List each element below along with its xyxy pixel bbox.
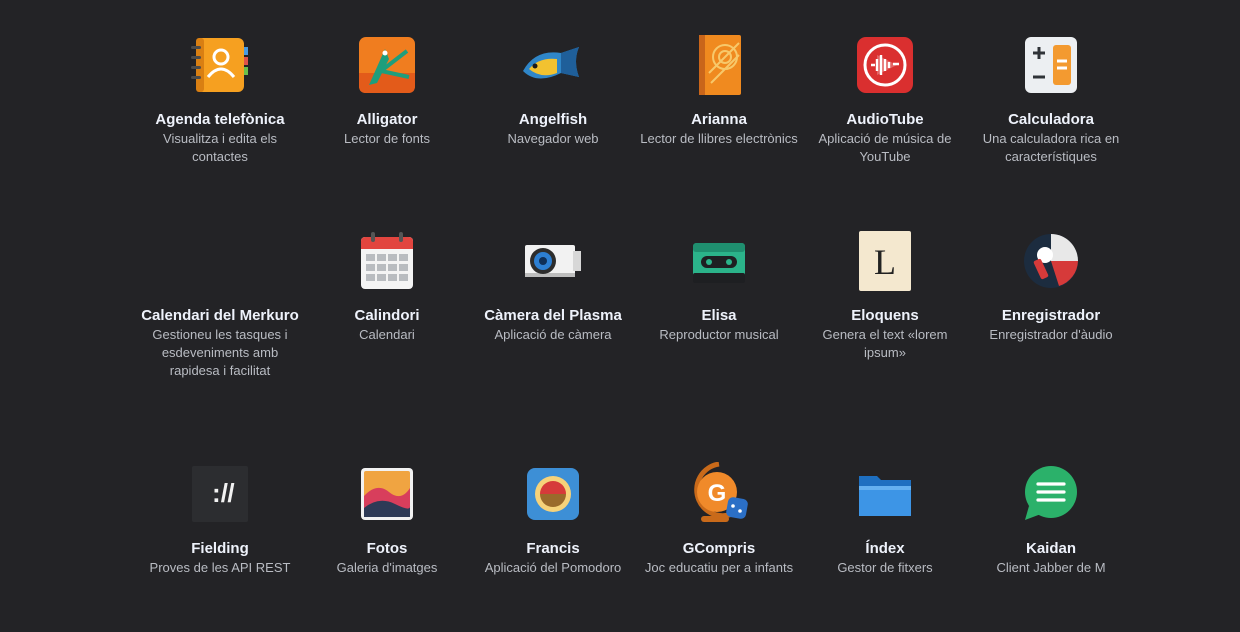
app-tile[interactable]: L Eloquens Genera el text «lorem ipsum» bbox=[802, 229, 968, 362]
app-description: Navegador web bbox=[507, 131, 599, 146]
app-name: Eloquens bbox=[851, 307, 919, 324]
svg-text:L: L bbox=[874, 242, 896, 282]
app-tile[interactable]: Agenda telefònica Visualitza i edita els… bbox=[137, 33, 303, 166]
app-tile[interactable]: Calendari del Merkuro Gestioneu les tasq… bbox=[137, 229, 303, 380]
alligator-icon bbox=[355, 33, 419, 97]
app-name: Alligator bbox=[356, 111, 418, 128]
cassette-icon bbox=[687, 229, 751, 293]
svg-text:G: G bbox=[708, 480, 727, 507]
app-name: Calindori bbox=[354, 307, 420, 324]
app-name: Calendari del Merkuro bbox=[141, 307, 299, 324]
app-tile[interactable]: Arianna Lector de llibres electrònics bbox=[636, 33, 802, 148]
audiotube-icon bbox=[853, 33, 917, 97]
camera-icon bbox=[521, 229, 585, 293]
microphone-icon bbox=[1019, 229, 1083, 293]
calculator-icon bbox=[1019, 33, 1083, 97]
app-name: Fotos bbox=[366, 540, 408, 557]
app-name: GCompris bbox=[682, 540, 756, 557]
app-description: Proves de les API REST bbox=[149, 560, 291, 575]
app-tile[interactable]: Francis Aplicació del Pomodoro bbox=[470, 462, 636, 577]
gcompris-icon: G bbox=[687, 462, 751, 526]
app-name: Càmera del Plasma bbox=[484, 307, 622, 324]
app-description: Genera el text «lorem ipsum» bbox=[822, 327, 948, 360]
merkuro-calendar-icon bbox=[188, 229, 252, 293]
app-name: Arianna bbox=[691, 111, 747, 128]
app-tile[interactable]: Angelfish Navegador web bbox=[470, 33, 636, 148]
app-description: Gestioneu les tasques i esdeveniments am… bbox=[152, 327, 288, 378]
app-description: Aplicació de càmera bbox=[494, 327, 612, 342]
app-name: Índex bbox=[865, 540, 905, 557]
app-name: Francis bbox=[526, 540, 580, 557]
app-grid: Agenda telefònica Visualitza i edita els… bbox=[0, 0, 1240, 632]
app-tile[interactable]: Elisa Reproductor musical bbox=[636, 229, 802, 344]
calendar-icon bbox=[355, 229, 419, 293]
app-description: Client Jabber de M bbox=[996, 560, 1106, 575]
angelfish-icon bbox=[521, 33, 585, 97]
pomodoro-icon bbox=[521, 462, 585, 526]
app-tile[interactable]: Calindori Calendari bbox=[304, 229, 470, 344]
app-description: Calendari bbox=[359, 327, 415, 342]
app-description: Aplicació de música de YouTube bbox=[818, 131, 952, 164]
app-description: Una calculadora rica en característiques bbox=[982, 131, 1120, 164]
app-tile[interactable]: Alligator Lector de fonts bbox=[304, 33, 470, 148]
svg-text:/: / bbox=[227, 478, 234, 508]
app-tile[interactable]: Enregistrador Enregistrador d'àudio bbox=[968, 229, 1134, 344]
app-name: Enregistrador bbox=[1001, 307, 1101, 324]
app-description: Lector de llibres electrònics bbox=[640, 131, 798, 146]
app-name: Elisa bbox=[701, 307, 737, 324]
app-name: Kaidan bbox=[1025, 540, 1076, 557]
terminal-icon: :/ / bbox=[188, 462, 252, 526]
app-description: Joc educatiu per a infants bbox=[644, 560, 794, 575]
app-name: Angelfish bbox=[518, 111, 588, 128]
eloquens-icon: L bbox=[853, 229, 917, 293]
app-name: Agenda telefònica bbox=[155, 111, 285, 128]
app-tile[interactable]: Fotos Galeria d'imatges bbox=[304, 462, 470, 577]
app-tile[interactable]: AudioTube Aplicació de música de YouTube bbox=[802, 33, 968, 166]
app-description: Visualitza i edita els contactes bbox=[163, 131, 277, 164]
app-name: Fielding bbox=[191, 540, 249, 557]
app-tile[interactable]: G GCompris Joc educatiu per a infants bbox=[636, 462, 802, 577]
app-description: Enregistrador d'àudio bbox=[989, 327, 1113, 342]
app-tile[interactable]: Índex Gestor de fitxers bbox=[802, 462, 968, 577]
ebook-icon bbox=[687, 33, 751, 97]
svg-text::/: :/ bbox=[212, 478, 228, 508]
app-tile[interactable]: Kaidan Client Jabber de M bbox=[968, 462, 1134, 577]
folder-icon bbox=[853, 462, 917, 526]
app-tile[interactable]: Càmera del Plasma Aplicació de càmera bbox=[470, 229, 636, 344]
app-description: Gestor de fitxers bbox=[837, 560, 933, 575]
photos-icon bbox=[355, 462, 419, 526]
app-description: Aplicació del Pomodoro bbox=[484, 560, 622, 575]
app-description: Lector de fonts bbox=[344, 131, 430, 146]
app-description: Galeria d'imatges bbox=[336, 560, 438, 575]
app-tile[interactable]: Calculadora Una calculadora rica en cara… bbox=[968, 33, 1134, 166]
app-name: Calculadora bbox=[1008, 111, 1094, 128]
address-book-icon bbox=[188, 33, 252, 97]
app-tile[interactable]: :/ / Fielding Proves de les API REST bbox=[137, 462, 303, 577]
app-name: AudioTube bbox=[846, 111, 924, 128]
chat-icon bbox=[1019, 462, 1083, 526]
app-description: Reproductor musical bbox=[659, 327, 779, 342]
